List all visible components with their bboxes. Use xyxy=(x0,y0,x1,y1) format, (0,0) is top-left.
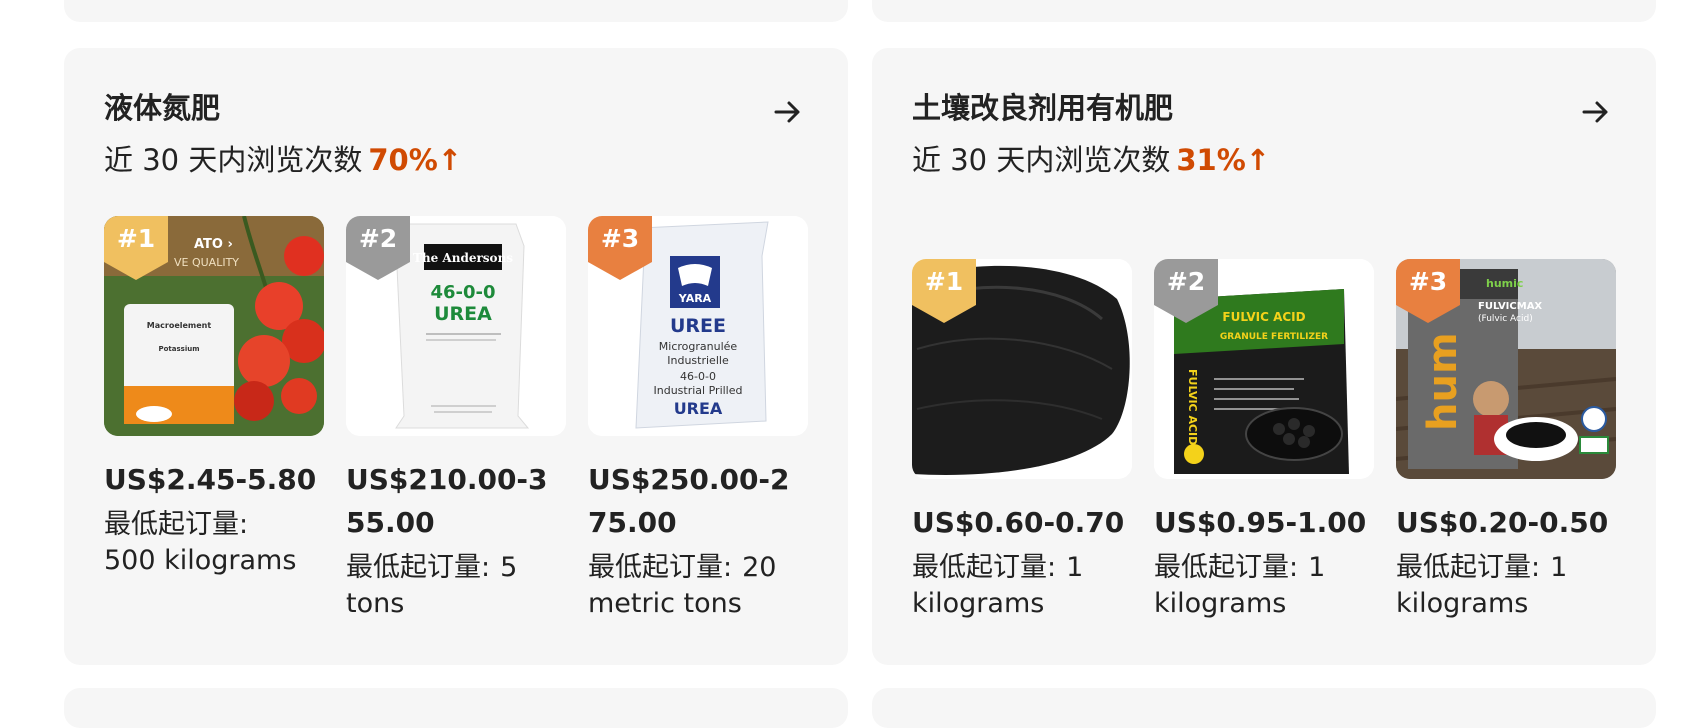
moq-value: 500 kilograms xyxy=(104,545,297,576)
bag-brand: The Andersons xyxy=(413,251,513,265)
product-price: US$210.00-355.00 xyxy=(346,463,548,539)
product-name-text: FULVICMAX xyxy=(1478,301,1542,312)
brand-text: ATO › xyxy=(194,237,233,252)
bag-line-2: Industrielle xyxy=(667,354,729,367)
views-label: 近 30 天内浏览次数 xyxy=(104,143,363,177)
bag-side: FULVIC ACID xyxy=(1186,369,1199,445)
arrow-right-icon[interactable] xyxy=(768,92,808,132)
arrow-up-icon: ↑ xyxy=(437,143,463,177)
rank-badge: #3 xyxy=(588,216,652,280)
card-stub-bottom-left xyxy=(64,688,848,728)
card-stub-bottom-right xyxy=(872,688,1656,728)
views-label: 近 30 天内浏览次数 xyxy=(912,143,1171,177)
arrow-up-icon: ↑ xyxy=(1245,143,1271,177)
rank-badge: #2 xyxy=(1154,259,1218,323)
product-image[interactable]: #1 xyxy=(912,259,1132,479)
product-card[interactable]: #1 US$0.60-0.70 最低起订量: 1 kilograms xyxy=(912,259,1132,622)
card-title: 液体氮肥 xyxy=(104,91,221,125)
card-title: 土壤改良剂用有机肥 xyxy=(912,91,1174,125)
product-card[interactable]: The Andersons 46-0-0 UREA #2 US$210.00-3… xyxy=(346,216,566,622)
product-moq: 最低起订量: 1 kilograms xyxy=(912,550,1132,622)
bag-sub: GRANULE FERTILIZER xyxy=(1220,332,1328,342)
tag-text: VE QUALITY xyxy=(174,256,239,269)
moq-label: 最低起订量: xyxy=(104,509,249,540)
product-sub-text: (Fulvic Acid) xyxy=(1478,314,1533,324)
product-moq: 最低起订量: 5 tons xyxy=(346,550,566,622)
product-card[interactable]: Macroelement Potassium ATO › VE QUALITY … xyxy=(104,216,324,622)
card-subtitle: 近 30 天内浏览次数 70%↑ xyxy=(104,140,808,180)
big-brand-text: hum xyxy=(1420,332,1466,431)
product-moq: 最低起订量: 500 kilograms xyxy=(104,507,324,579)
product-price: US$0.95-1.00 xyxy=(1154,506,1367,539)
views-percent: 31% xyxy=(1176,143,1246,177)
bag-line-1: Microgranulée xyxy=(659,340,738,353)
category-card-soil-organic[interactable]: 土壤改良剂用有机肥 近 30 天内浏览次数 31%↑ #1 US$0.60-0.… xyxy=(872,48,1656,665)
product-price: US$2.45-5.80 xyxy=(104,463,317,496)
rank-badge: #1 xyxy=(104,216,168,280)
product-image[interactable]: humic FULVICMAX (Fulvic Acid) hum #3 xyxy=(1396,259,1616,479)
product-price: US$0.60-0.70 xyxy=(912,506,1125,539)
rank-badge: #1 xyxy=(912,259,976,323)
pack-text-2: Potassium xyxy=(158,345,199,353)
product-moq: 最低起订量: 1 kilograms xyxy=(1396,550,1616,622)
bag-grade: 46-0-0 xyxy=(430,282,495,303)
bag-line-3: 46-0-0 xyxy=(680,370,716,383)
product-moq: 最低起订量: 20 metric tons xyxy=(588,550,808,622)
rank-badge: #2 xyxy=(346,216,410,280)
product-image[interactable]: Macroelement Potassium ATO › VE QUALITY … xyxy=(104,216,324,436)
card-stub-top-right xyxy=(872,0,1656,22)
pack-text: Macroelement xyxy=(147,321,212,330)
moq-label: 最低起订量: xyxy=(588,552,733,583)
card-subtitle: 近 30 天内浏览次数 31%↑ xyxy=(912,140,1616,180)
arrow-right-icon[interactable] xyxy=(1576,92,1616,132)
moq-label: 最低起订量: xyxy=(912,552,1057,583)
product-image[interactable]: FULVIC ACID GRANULE FERTILIZER FULVIC AC… xyxy=(1154,259,1374,479)
card-stub-top-left xyxy=(64,0,848,22)
yara-logo-text: YARA xyxy=(678,292,712,305)
moq-label: 最低起订量: xyxy=(1396,552,1541,583)
bag-name: UREE xyxy=(670,315,726,337)
product-price: US$250.00-275.00 xyxy=(588,463,790,539)
product-price: US$0.20-0.50 xyxy=(1396,506,1609,539)
brand-text: humic xyxy=(1486,277,1523,290)
bag-line-5: UREA xyxy=(674,399,723,418)
product-moq: 最低起订量: 1 kilograms xyxy=(1154,550,1374,622)
moq-label: 最低起订量: xyxy=(346,552,491,583)
product-card[interactable]: YARA UREE Microgranulée Industrielle 46-… xyxy=(588,216,808,622)
rank-badge: #3 xyxy=(1396,259,1460,323)
moq-label: 最低起订量: xyxy=(1154,552,1299,583)
product-image[interactable]: YARA UREE Microgranulée Industrielle 46-… xyxy=(588,216,808,436)
views-percent: 70% xyxy=(368,143,438,177)
product-card[interactable]: humic FULVICMAX (Fulvic Acid) hum #3 US$… xyxy=(1396,259,1616,622)
category-card-liquid-nitrogen[interactable]: 液体氮肥 近 30 天内浏览次数 70%↑ Macroelement Potas… xyxy=(64,48,848,665)
product-card[interactable]: FULVIC ACID GRANULE FERTILIZER FULVIC AC… xyxy=(1154,259,1374,622)
bag-name: FULVIC ACID xyxy=(1222,310,1305,324)
bag-line-4: Industrial Prilled xyxy=(654,384,743,397)
bag-name: UREA xyxy=(434,303,492,325)
product-image[interactable]: The Andersons 46-0-0 UREA #2 xyxy=(346,216,566,436)
